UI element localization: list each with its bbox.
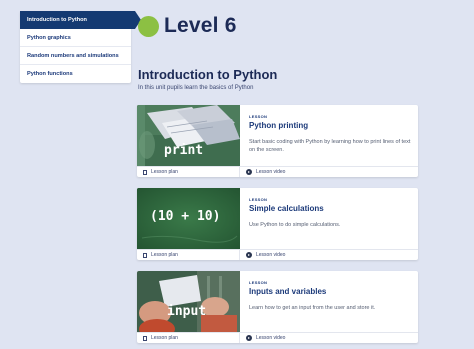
level-header: Level 6 — [138, 14, 237, 38]
unit-sidebar: Introduction to Python Python graphics R… — [20, 11, 141, 83]
lesson-video-link[interactable]: Lesson video — [240, 333, 285, 343]
lesson-footer: Lesson plan Lesson video — [137, 166, 418, 177]
level-title: Level 6 — [164, 14, 237, 37]
lesson-title[interactable]: Inputs and variables — [249, 287, 326, 296]
unit-subtitle: In this unit pupils learn the basics of … — [138, 85, 254, 91]
lesson-plan-label: Lesson plan — [151, 252, 178, 258]
lesson-description: Start basic coding with Python by learni… — [249, 139, 411, 153]
lesson-tag: LESSON — [249, 280, 268, 285]
lesson-plan-label: Lesson plan — [151, 169, 178, 175]
lesson-image-caption: (10 + 10) — [150, 209, 221, 224]
lesson-image-calculation[interactable]: (10 + 10) — [137, 188, 240, 249]
play-icon — [246, 252, 252, 258]
lesson-card-python-printing[interactable]: print LESSON Python printing Start basic… — [137, 105, 418, 177]
lesson-card-simple-calculations[interactable]: (10 + 10) LESSON Simple calculations Use… — [137, 188, 418, 260]
lesson-footer: Lesson plan Lesson video — [137, 332, 418, 343]
lesson-tag: LESSON — [249, 197, 268, 202]
lesson-video-link[interactable]: Lesson video — [240, 167, 285, 177]
lesson-video-link[interactable]: Lesson video — [240, 250, 285, 260]
sidebar-item-python-functions[interactable]: Python functions — [20, 65, 131, 83]
lesson-description: Use Python to do simple calculations. — [249, 222, 341, 228]
play-icon — [246, 335, 252, 341]
lesson-video-label: Lesson video — [256, 169, 286, 175]
lesson-video-label: Lesson video — [256, 335, 286, 341]
lesson-description: Learn how to get an input from the user … — [249, 305, 376, 311]
level-dot-icon — [138, 15, 159, 37]
document-icon — [143, 335, 147, 341]
lesson-plan-link[interactable]: Lesson plan — [137, 333, 240, 343]
unit-title: Introduction to Python — [138, 67, 278, 82]
sidebar-item-introduction-to-python[interactable]: Introduction to Python — [20, 11, 141, 29]
lesson-plan-link[interactable]: Lesson plan — [137, 250, 240, 260]
lesson-title[interactable]: Python printing — [249, 121, 308, 130]
lesson-tag: LESSON — [249, 114, 268, 119]
lesson-footer: Lesson plan Lesson video — [137, 249, 418, 260]
document-icon — [143, 169, 147, 175]
document-icon — [143, 252, 147, 258]
lesson-image-input[interactable]: input — [137, 271, 240, 332]
sidebar-item-random-numbers[interactable]: Random numbers and simulations — [20, 47, 131, 65]
lesson-plan-link[interactable]: Lesson plan — [137, 167, 240, 177]
sidebar-item-python-graphics[interactable]: Python graphics — [20, 29, 131, 47]
lesson-video-label: Lesson video — [256, 252, 286, 258]
lesson-title[interactable]: Simple calculations — [249, 204, 324, 213]
lesson-image-print[interactable]: print — [137, 105, 240, 166]
lesson-card-inputs-and-variables[interactable]: input LESSON Inputs and variables Learn … — [137, 271, 418, 343]
lesson-image-caption: input — [167, 304, 207, 319]
lesson-plan-label: Lesson plan — [151, 335, 178, 341]
lesson-image-caption: print — [164, 143, 204, 158]
play-icon — [246, 169, 252, 175]
